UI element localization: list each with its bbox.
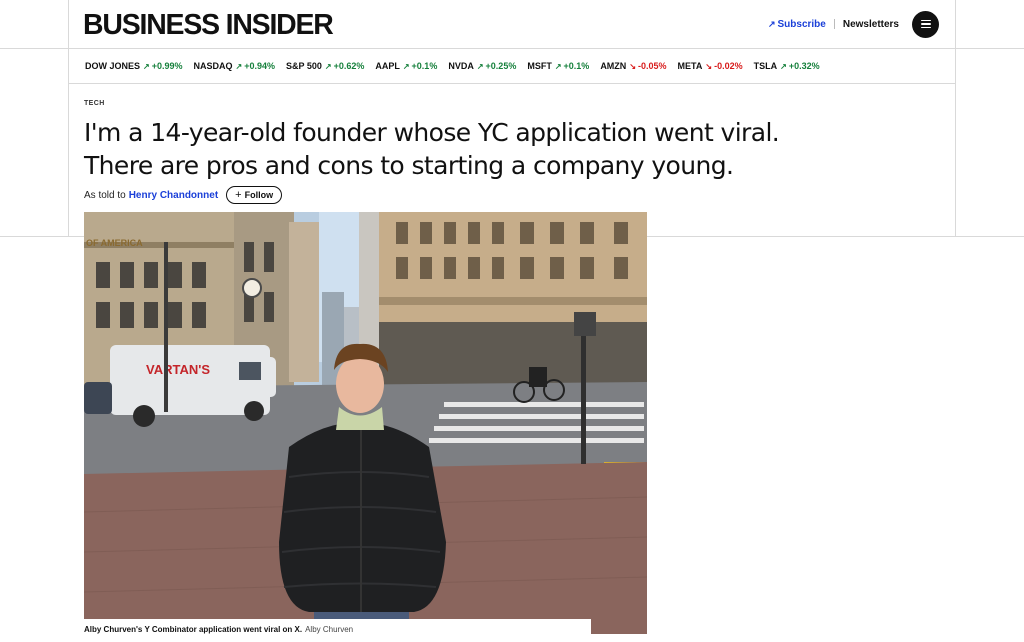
hamburger-line [920,26,931,29]
ticker-item[interactable]: DOW JONES ↗ +0.99% [85,61,183,71]
ticker-change: +0.62% [333,61,365,71]
ticker-change: +0.32% [788,61,820,71]
ticker-item[interactable]: S&P 500 ↗ +0.62% [286,61,364,71]
article-headline: I'm a 14-year-old founder whose YC appli… [84,116,844,182]
byline: As told to Henry Chandonnet + Follow [84,186,283,204]
ticker-change: +0.25% [485,61,517,71]
arrow-up-right-icon: ↗ [554,61,562,71]
subscribe-label: Subscribe [777,18,826,30]
ticker-item[interactable]: META ↘ -0.02% [678,61,743,71]
ticker-symbol: DOW JONES [85,61,141,71]
site-header: BUSINESS INSIDER ↗ Subscribe Newsletters [69,0,955,48]
ticker-item[interactable]: NASDAQ ↗ +0.94% [194,61,276,71]
bank-sign-text: OF AMERICA [86,238,143,248]
menu-button[interactable] [912,10,939,38]
hamburger-line [920,23,931,25]
plus-icon: + [235,189,242,201]
ticker-symbol: S&P 500 [286,61,322,71]
hamburger-menu-icon [920,19,931,22]
ticker-symbol: NVDA [448,61,474,71]
arrow-up-right-icon: ↗ [143,61,150,71]
author-link[interactable]: Henry Chandonnet [129,190,218,201]
headline-line-2: There are pros and cons to starting a co… [84,151,734,180]
ticker-symbol: TSLA [753,61,778,71]
ticker-change: +0.94% [244,61,275,71]
arrow-up-right-icon: ↗ [324,61,332,71]
arrow-down-right-icon: ↘ [705,61,713,71]
arrow-down-right-icon: ↘ [629,61,637,71]
site-logo[interactable]: BUSINESS INSIDER [83,9,334,42]
street-photo-illustration: OF AMERICA VARTAN'S [84,212,647,634]
arrow-up-right-icon: ↗ [476,61,484,71]
ticker-divider [68,83,955,84]
ticker-item[interactable]: TSLA ↗ +0.32% [754,61,820,71]
header-separator [833,19,835,29]
follow-label: Follow [244,190,274,200]
byline-prefix: As told to [84,189,126,201]
follow-button[interactable]: + Follow [226,186,283,204]
arrow-up-right-icon: ↗ [235,61,243,71]
ticker-change: -0.02% [714,61,743,71]
photo-credit: Alby Churven [305,624,354,634]
ticker-symbol: MSFT [527,61,552,71]
header-actions: ↗ Subscribe Newsletters [768,10,939,38]
arrow-up-right-icon: ↗ [767,18,776,29]
image-caption: Alby Churven's Y Combinator application … [84,619,591,639]
arrow-up-right-icon: ↗ [780,61,787,71]
ticker-symbol: NASDAQ [193,61,233,71]
ticker-change: +0.99% [151,61,183,71]
article-hero-image: OF AMERICA VARTAN'S [84,212,647,634]
article-category[interactable]: TECH [84,100,105,107]
ticker-symbol: META [677,61,703,71]
ticker-item[interactable]: AMZN ↘ -0.05% [600,61,666,71]
ticker-symbol: AAPL [375,61,400,71]
ticker-change: +0.1% [563,61,590,71]
subscribe-link[interactable]: ↗ Subscribe [768,19,826,30]
newsletters-link[interactable]: Newsletters [843,19,899,30]
ticker-change: +0.1% [411,61,438,71]
ticker-change: -0.05% [638,61,667,71]
arrow-up-right-icon: ↗ [402,61,410,71]
caption-text: Alby Churven's Y Combinator application … [84,624,303,634]
ticker-item[interactable]: MSFT ↗ +0.1% [527,61,589,71]
van-sign-text: VARTAN'S [146,362,210,377]
market-ticker: DOW JONES ↗ +0.99% NASDAQ ↗ +0.94% S&P 5… [69,49,955,83]
headline-line-1: I'm a 14-year-old founder whose YC appli… [84,118,780,147]
ticker-item[interactable]: AAPL ↗ +0.1% [375,61,437,71]
ticker-symbol: AMZN [600,61,627,71]
frame-divider-right [955,0,956,236]
ticker-item[interactable]: NVDA ↗ +0.25% [448,61,516,71]
